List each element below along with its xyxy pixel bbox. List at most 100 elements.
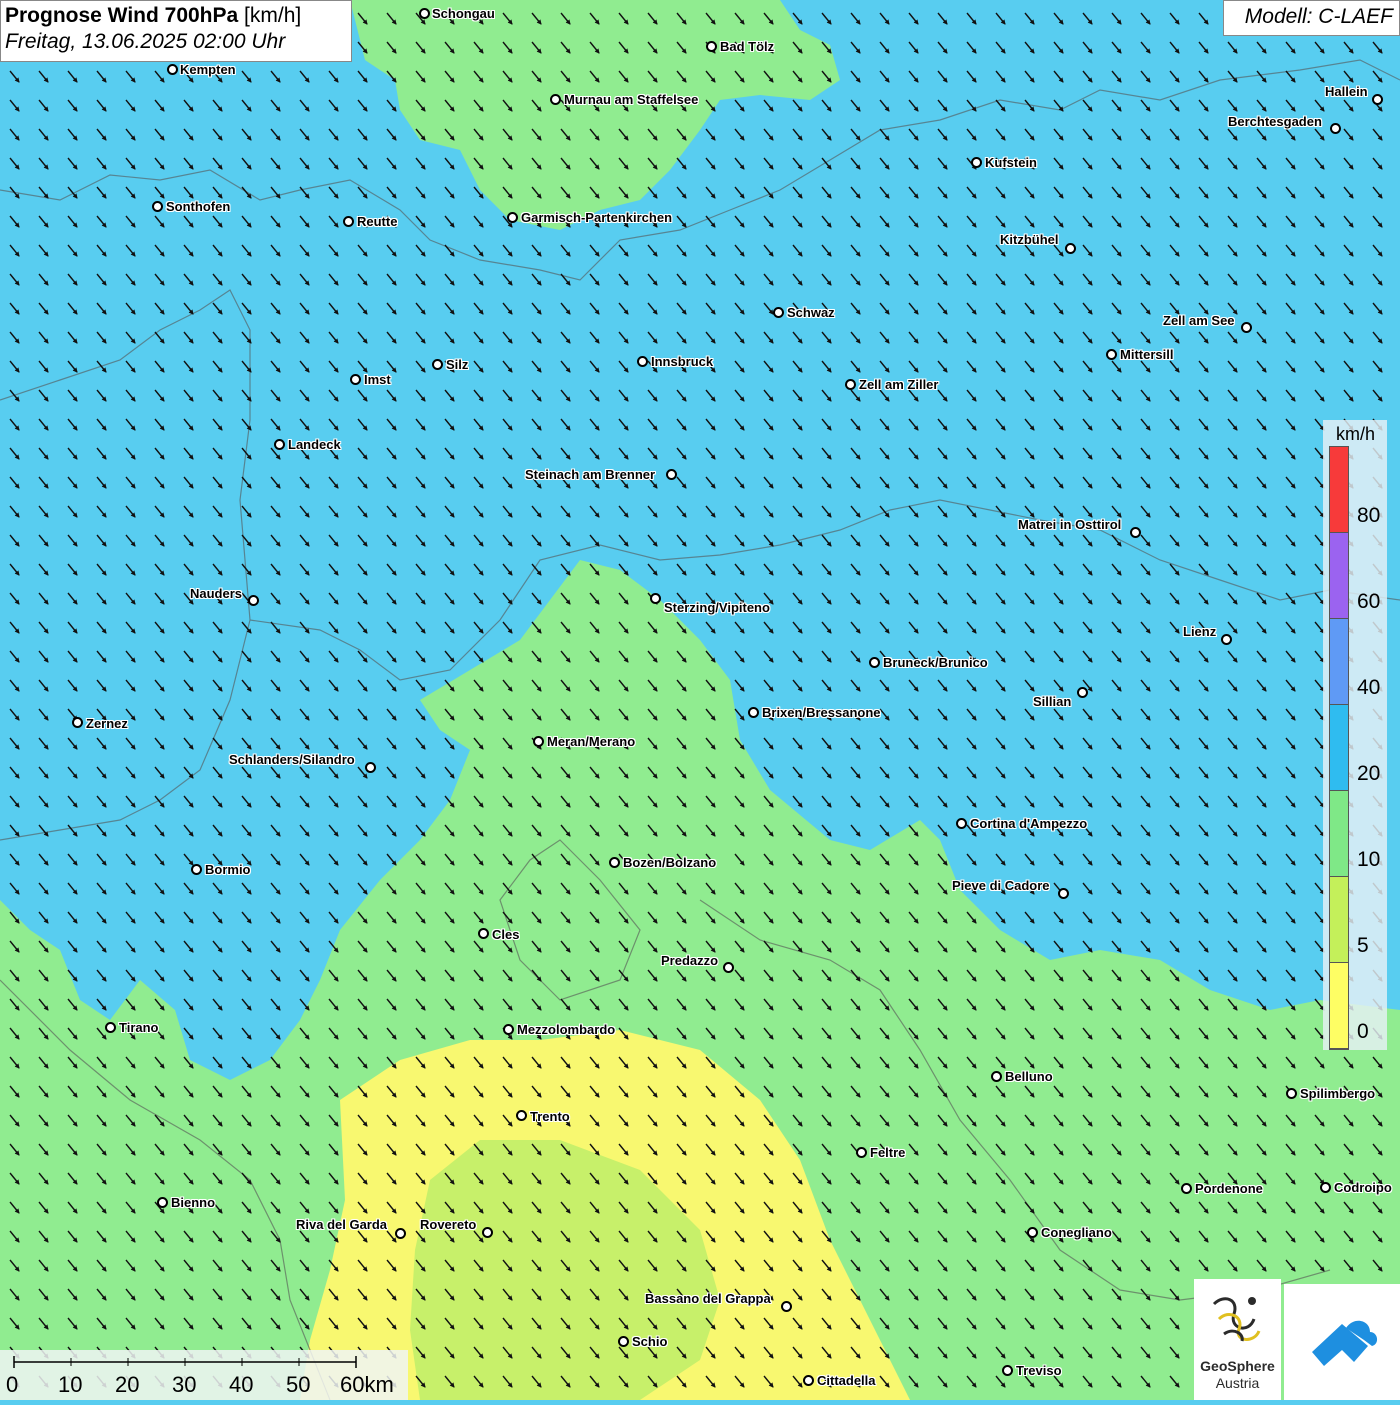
- city-label: Bad Tölz: [720, 39, 775, 54]
- city-marker: [845, 379, 856, 390]
- city-label: Conegliano: [1041, 1225, 1112, 1240]
- city-marker: [157, 1197, 168, 1208]
- city-marker: [533, 736, 544, 747]
- city-label: Sterzing/Vipiteno: [664, 600, 770, 615]
- legend-tick-label: 80: [1357, 504, 1381, 527]
- legend-tick-label: 60: [1357, 590, 1381, 613]
- city-label: Rovereto: [420, 1217, 477, 1232]
- city-marker: [1181, 1183, 1192, 1194]
- scale-label: 40: [229, 1372, 254, 1397]
- city-label: Tirano: [119, 1020, 159, 1035]
- city-marker: [395, 1228, 406, 1239]
- city-marker: [248, 595, 259, 606]
- city-marker: [956, 818, 967, 829]
- city-marker: [191, 864, 202, 875]
- city-label: Kempten: [180, 62, 236, 77]
- city-label: Belluno: [1005, 1069, 1053, 1084]
- city-label: Meran/Merano: [547, 734, 636, 749]
- city-label: Treviso: [1016, 1363, 1062, 1378]
- city-marker: [666, 469, 677, 480]
- legend-segment: [1330, 791, 1348, 877]
- city-marker: [343, 216, 354, 227]
- city-label: Predazzo: [661, 953, 719, 968]
- color-legend: km/h 80 60 40 20 10 5 0: [1323, 420, 1387, 1050]
- title-bold: Prognose Wind 700hPa: [5, 4, 239, 27]
- city-label: Bormio: [205, 862, 251, 877]
- city-marker: [618, 1336, 629, 1347]
- city-label: Kitzbühel: [1000, 232, 1059, 247]
- legend-tick-label: 40: [1357, 676, 1381, 699]
- city-label: Zell am See: [1163, 313, 1235, 328]
- city-label: Berchtesgaden: [1228, 114, 1322, 129]
- legend-tick-label: 5: [1357, 934, 1369, 957]
- city-label: Bozen/Bolzano: [623, 855, 717, 870]
- city-label: Hallein: [1325, 84, 1368, 99]
- city-label: Steinach am Brenner: [525, 467, 656, 482]
- geosphere-emblem-icon: [1212, 1297, 1261, 1342]
- city-marker: [637, 356, 648, 367]
- city-label: Riva del Garda: [296, 1217, 388, 1232]
- city-label: Imst: [364, 372, 391, 387]
- city-label: Codroipo: [1334, 1180, 1392, 1195]
- city-label: Innsbruck: [651, 354, 714, 369]
- city-marker: [1130, 527, 1141, 538]
- city-marker: [723, 962, 734, 973]
- city-marker: [748, 707, 759, 718]
- city-marker: [1027, 1227, 1038, 1238]
- city-marker: [167, 64, 178, 75]
- geosphere-sub: Austria: [1215, 1375, 1260, 1391]
- city-marker: [1065, 243, 1076, 254]
- legend-tick-label: 10: [1357, 848, 1381, 871]
- model-label: Modell: C-LAEF: [1223, 0, 1400, 36]
- city-label: Feltre: [870, 1145, 906, 1160]
- city-marker: [971, 157, 982, 168]
- map-title: Prognose Wind 700hPa [km/h]: [5, 4, 347, 28]
- city-marker: [274, 439, 285, 450]
- city-label: Kufstein: [985, 155, 1037, 170]
- city-label: Zernez: [86, 716, 128, 731]
- city-marker: [1320, 1182, 1331, 1193]
- geosphere-logo[interactable]: GeoSphere Austria: [1194, 1279, 1281, 1400]
- scale-label: 20: [115, 1372, 140, 1397]
- scale-bar: 0 10 20 30 40 50 60km: [0, 1350, 408, 1400]
- city-marker: [1286, 1088, 1297, 1099]
- city-marker: [869, 657, 880, 668]
- city-label: Zell am Ziller: [859, 377, 939, 392]
- geosphere-name: GeoSphere: [1200, 1358, 1275, 1374]
- city-label: Cles: [492, 927, 520, 942]
- app-logo[interactable]: [1284, 1284, 1400, 1400]
- city-label: Spilimbergo: [1300, 1086, 1376, 1101]
- city-marker: [1058, 888, 1069, 899]
- city-marker: [105, 1022, 116, 1033]
- city-label: Sillian: [1033, 694, 1072, 709]
- city-label: Brixen/Bressanone: [762, 705, 881, 720]
- wind-app-icon: [1312, 1320, 1378, 1366]
- city-marker: [856, 1147, 867, 1158]
- city-marker: [1221, 634, 1232, 645]
- city-marker: [550, 94, 561, 105]
- city-marker: [773, 307, 784, 318]
- city-marker: [1372, 94, 1383, 105]
- city-label: Bruneck/Brunico: [883, 655, 988, 670]
- scale-ruler: [13, 1356, 357, 1368]
- city-marker: [609, 857, 620, 868]
- city-label: Reutte: [357, 214, 398, 229]
- scale-label: 60km: [340, 1372, 394, 1397]
- city-label: Cortina d'Ampezzo: [970, 816, 1088, 831]
- city-label: Trento: [530, 1109, 570, 1124]
- city-label: Nauders: [190, 586, 243, 601]
- legend-segment: [1330, 619, 1348, 705]
- legend-segment: [1330, 705, 1348, 791]
- title-unit: [km/h]: [238, 4, 302, 27]
- city-label: Pieve di Cadore: [952, 878, 1050, 893]
- city-marker: [706, 41, 717, 52]
- scale-label: 0: [6, 1372, 19, 1397]
- city-label: Silz: [446, 357, 469, 372]
- legend-segment: [1330, 533, 1348, 619]
- city-marker: [781, 1301, 792, 1312]
- city-marker: [482, 1227, 493, 1238]
- city-marker: [72, 717, 83, 728]
- city-marker: [991, 1071, 1002, 1082]
- city-marker: [1330, 123, 1341, 134]
- map-datetime: Freitag, 13.06.2025 02:00 Uhr: [5, 30, 286, 53]
